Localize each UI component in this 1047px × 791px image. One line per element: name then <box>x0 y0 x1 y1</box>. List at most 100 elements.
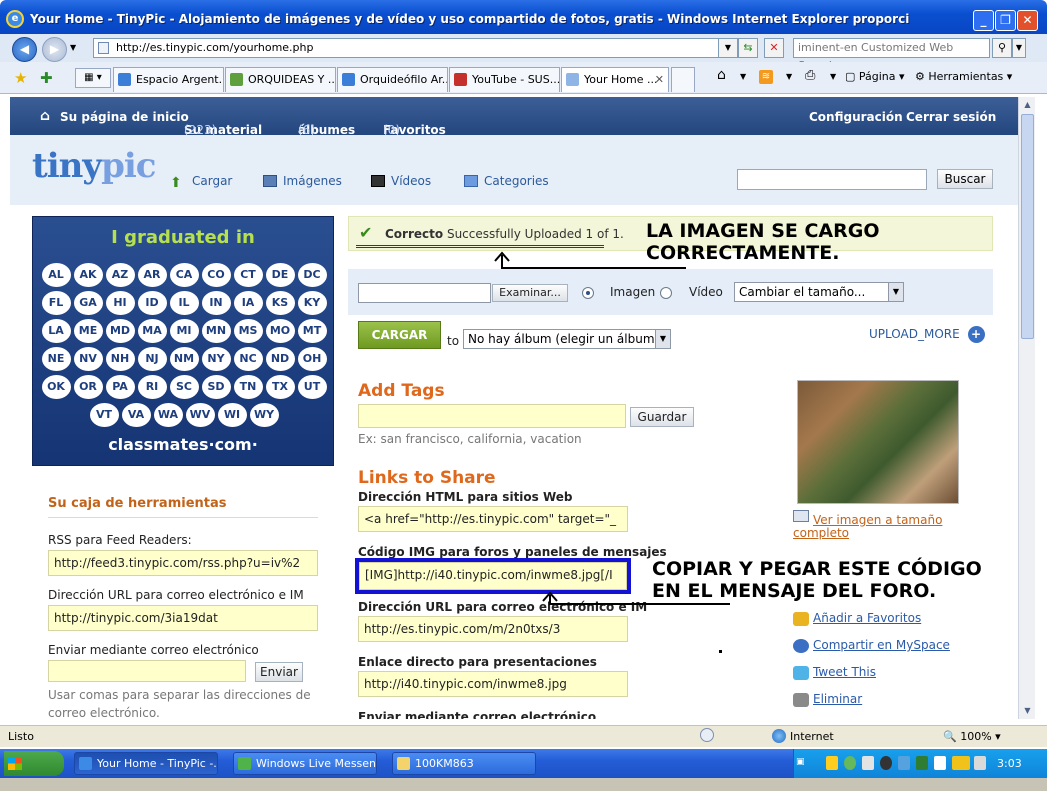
scroll-up-icon[interactable]: ▲ <box>1019 97 1036 113</box>
state-button[interactable]: GA <box>73 291 103 315</box>
state-button[interactable]: DE <box>265 263 295 287</box>
favorites-link[interactable]: Añadir a Favoritos <box>813 611 921 625</box>
state-button[interactable]: AR <box>137 263 167 287</box>
refresh-icon[interactable]: ⇆ <box>738 38 758 58</box>
state-button[interactable]: CO <box>201 263 231 287</box>
tab-0[interactable]: Espacio Argent... <box>113 67 224 92</box>
forward-button[interactable]: ▶ <box>42 37 67 62</box>
print-icon[interactable]: ⎙ <box>805 68 815 83</box>
myspace-link[interactable]: Compartir en MySpace <box>813 638 950 652</box>
search-icon[interactable]: ⚲ <box>992 38 1012 58</box>
state-button[interactable]: ID <box>137 291 167 315</box>
site-search-button[interactable]: Buscar <box>937 169 993 189</box>
site-search-input[interactable] <box>737 169 927 190</box>
state-button[interactable]: SD <box>201 375 231 399</box>
state-button[interactable]: WY <box>249 403 279 427</box>
state-button[interactable]: OH <box>297 347 327 371</box>
nav-home[interactable]: Su página de inicio <box>60 110 189 124</box>
home-icon[interactable]: ⌂ <box>40 108 50 124</box>
state-button[interactable]: CA <box>169 263 199 287</box>
address-dropdown-icon[interactable]: ▼ <box>718 38 738 58</box>
state-button[interactable]: RI <box>137 375 167 399</box>
state-button[interactable]: NC <box>233 347 263 371</box>
state-button[interactable]: MS <box>233 319 263 343</box>
radio-image[interactable] <box>582 287 594 299</box>
html-field[interactable]: <a href="http://es.tinypic.com" target="… <box>358 506 628 532</box>
minimize-button[interactable]: _ <box>973 10 994 31</box>
tinypic-logo[interactable]: tinypic <box>32 146 157 186</box>
delete-link[interactable]: Eliminar <box>813 692 862 706</box>
clock[interactable]: 3:03 <box>997 757 1022 770</box>
state-button[interactable]: KY <box>297 291 327 315</box>
state-button[interactable]: LA <box>41 319 71 343</box>
privacy-icon[interactable] <box>700 728 714 742</box>
nav-logout[interactable]: Cerrar sesión <box>906 110 996 124</box>
nav-config[interactable]: Configuración <box>809 110 903 124</box>
search-input[interactable]: iminent-en Customized Web Search <box>793 38 990 72</box>
state-button[interactable]: MI <box>169 319 199 343</box>
img-code-field[interactable]: [IMG]http://i40.tinypic.com/inwme8.jpg[/… <box>359 562 627 590</box>
rss-field[interactable]: http://feed3.tinypic.com/rss.php?u=iv%2 <box>48 550 318 576</box>
tools-menu[interactable]: ⚙ Herramientas ▾ <box>915 70 1012 83</box>
state-button[interactable]: AK <box>73 263 103 287</box>
quick-tabs-icon[interactable]: ▦ ▾ <box>75 68 111 88</box>
add-favorites-icon[interactable]: ✚ <box>40 69 53 87</box>
link-categories[interactable]: Categories <box>464 174 549 188</box>
new-tab-button[interactable] <box>671 67 695 92</box>
close-tab-icon[interactable]: ✕ <box>655 68 664 91</box>
state-button[interactable]: ME <box>73 319 103 343</box>
state-button[interactable]: WI <box>217 403 247 427</box>
close-button[interactable]: ✕ <box>1017 10 1038 31</box>
task-ie[interactable]: Your Home - TinyPic -... <box>74 752 218 775</box>
tab-1[interactable]: ORQUIDEAS Y ... <box>225 67 336 92</box>
security-shield-icon[interactable] <box>826 756 838 770</box>
back-button[interactable]: ◀ <box>12 37 37 62</box>
state-button[interactable]: VT <box>89 403 119 427</box>
state-button[interactable]: AL <box>41 263 71 287</box>
scroll-thumb[interactable] <box>1021 114 1034 339</box>
link-cargar[interactable]: ⬆ Cargar <box>170 174 232 191</box>
usb-icon[interactable] <box>934 756 946 770</box>
state-button[interactable]: DC <box>297 263 327 287</box>
save-tags-button[interactable]: Guardar <box>630 407 694 427</box>
antivirus-icon[interactable] <box>880 756 892 770</box>
state-button[interactable]: OR <box>73 375 103 399</box>
full-size-link[interactable]: Ver imagen a tamaño completo <box>793 514 963 540</box>
state-button[interactable]: IA <box>233 291 263 315</box>
uploaded-image-thumbnail[interactable] <box>797 380 959 504</box>
history-dropdown-icon[interactable]: ▼ <box>70 43 76 52</box>
state-button[interactable]: PA <box>105 375 135 399</box>
twitter-link[interactable]: Tweet This <box>813 665 876 679</box>
tab-3[interactable]: YouTube - SUS... <box>449 67 560 92</box>
classmates-ad[interactable]: I graduated in AL AK AZ AR CA CO CT DE DC FL GA HI I… <box>32 216 334 466</box>
state-button[interactable]: MN <box>201 319 231 343</box>
volume-icon[interactable] <box>898 756 910 770</box>
url-share-field[interactable]: http://es.tinypic.com/m/2n0txs/3 <box>358 616 628 642</box>
state-button[interactable]: WV <box>185 403 215 427</box>
state-button[interactable]: CT <box>233 263 263 287</box>
search-options-icon[interactable]: ▼ <box>1012 38 1026 58</box>
messenger-tray-icon[interactable] <box>844 756 856 770</box>
rss-dropdown-icon[interactable]: ▼ <box>786 72 792 81</box>
resize-select[interactable]: Cambiar el tamaño... ▼ <box>734 282 904 302</box>
state-button[interactable]: MD <box>105 319 135 343</box>
state-button[interactable]: MT <box>297 319 327 343</box>
file-input[interactable] <box>358 283 491 303</box>
rss-icon[interactable]: ≋ <box>759 70 773 84</box>
state-button[interactable]: NH <box>105 347 135 371</box>
cargar-button[interactable]: CARGAR <box>358 321 441 349</box>
network-icon[interactable] <box>862 756 874 770</box>
scroll-down-icon[interactable]: ▼ <box>1019 703 1036 719</box>
state-button[interactable]: NJ <box>137 347 167 371</box>
state-button[interactable]: MO <box>265 319 295 343</box>
state-button[interactable]: WA <box>153 403 183 427</box>
state-button[interactable]: FL <box>41 291 71 315</box>
state-button[interactable]: KS <box>265 291 295 315</box>
state-button[interactable]: SC <box>169 375 199 399</box>
radio-video[interactable] <box>660 287 672 299</box>
zoom-control[interactable]: 🔍 100% ▾ <box>943 730 1001 743</box>
state-button[interactable]: TX <box>265 375 295 399</box>
tags-input[interactable] <box>358 404 626 428</box>
state-button[interactable]: HI <box>105 291 135 315</box>
direct-field[interactable]: http://i40.tinypic.com/inwme8.jpg <box>358 671 628 697</box>
